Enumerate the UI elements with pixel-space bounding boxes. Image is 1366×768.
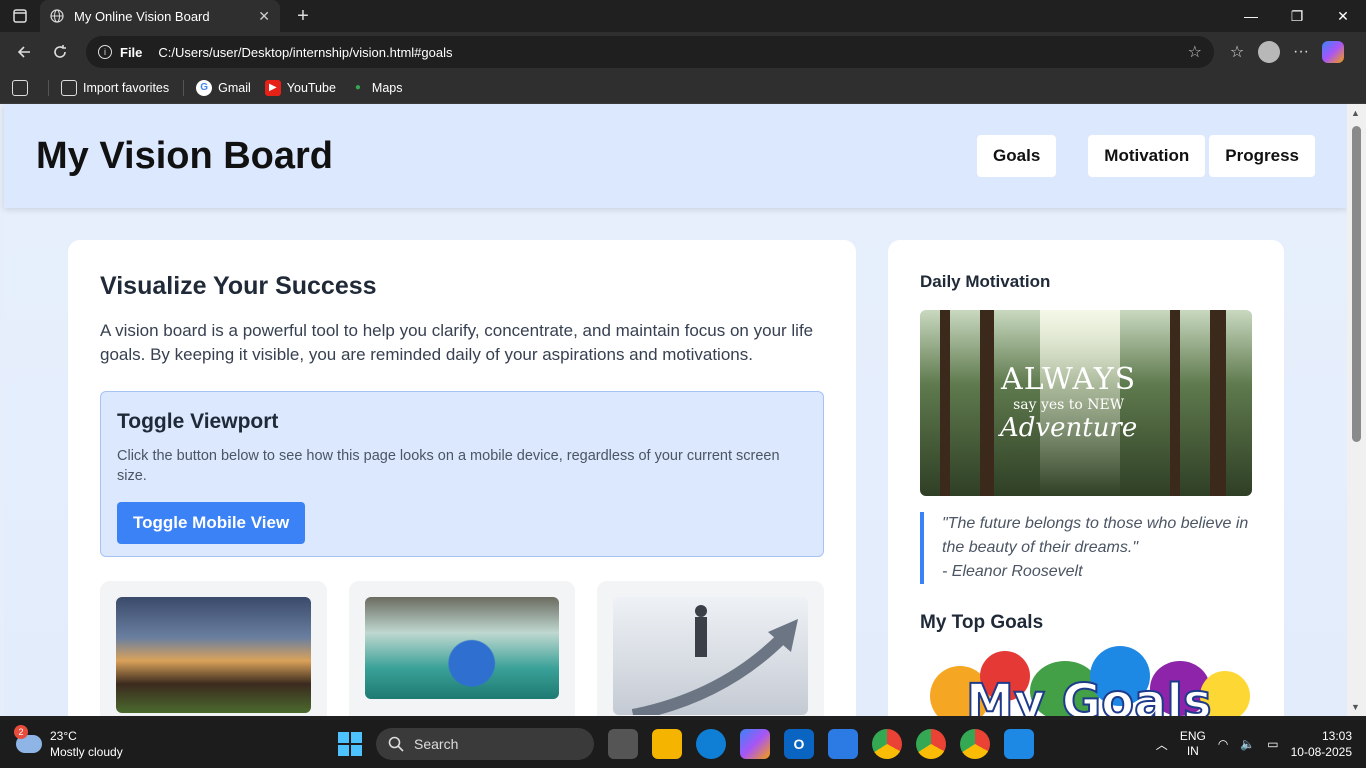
- profile-avatar[interactable]: [1258, 41, 1280, 63]
- volume-icon[interactable]: 🔈: [1240, 737, 1255, 751]
- weather-condition: Mostly cloudy: [50, 745, 123, 759]
- adventure-image: ALWAYS say yes to NEW Adventure: [920, 310, 1252, 496]
- maps-icon: ●: [354, 82, 361, 93]
- main-card: Visualize Your Success A vision board is…: [68, 240, 856, 716]
- nav-goals[interactable]: Goals: [977, 135, 1057, 177]
- intro-text: A vision board is a powerful tool to hel…: [100, 321, 814, 364]
- my-goals-image: My Goals: [920, 646, 1252, 716]
- browser-tab-bar: My Online Vision Board ✕ + — ❐ ✕: [0, 0, 1366, 32]
- search-icon: [388, 736, 404, 752]
- favorite-youtube[interactable]: ▶ YouTube: [264, 79, 336, 96]
- url-text[interactable]: C:/Users/user/Desktop/internship/vision.…: [158, 45, 452, 60]
- chrome-icon[interactable]: [872, 729, 902, 759]
- battery-icon[interactable]: ▭: [1267, 737, 1278, 751]
- browser-tab[interactable]: My Online Vision Board ✕: [40, 0, 280, 32]
- temperature: 23°C: [50, 729, 77, 743]
- vscode-icon[interactable]: [1004, 729, 1034, 759]
- favorite-star-icon[interactable]: ☆: [1188, 42, 1202, 62]
- back-icon[interactable]: [6, 36, 42, 68]
- folder-icon: [61, 79, 77, 96]
- weather-badge: 2: [14, 725, 28, 739]
- toggle-viewport-box: Toggle Viewport Click the button below t…: [100, 391, 824, 557]
- chevron-up-icon[interactable]: ︿: [1156, 736, 1168, 753]
- reading-list-icon[interactable]: [12, 79, 34, 96]
- language-indicator[interactable]: ENG IN: [1180, 729, 1206, 759]
- quote-author: - Eleanor Roosevelt: [942, 563, 1083, 580]
- daily-motivation-heading: Daily Motivation: [920, 272, 1051, 291]
- info-icon[interactable]: i: [98, 45, 112, 59]
- wifi-icon[interactable]: ◠: [1218, 737, 1228, 751]
- nav-motivation[interactable]: Motivation: [1088, 135, 1206, 177]
- favorites-bar: Import favorites G Gmail ▶ YouTube ● Maps: [0, 72, 1366, 104]
- favorite-maps[interactable]: ● Maps: [350, 80, 403, 96]
- favorites-icon[interactable]: ☆: [1222, 37, 1252, 67]
- more-options-icon[interactable]: ···: [1286, 37, 1316, 67]
- minimize-icon[interactable]: —: [1228, 0, 1274, 32]
- rafting-image: [364, 597, 560, 699]
- windows-taskbar: 2 23°C Mostly cloudy Search O ︿ ENG IN ◠…: [0, 720, 1366, 768]
- close-tab-icon[interactable]: ✕: [258, 8, 270, 25]
- close-window-icon[interactable]: ✕: [1320, 0, 1366, 32]
- gallery-card-rafting[interactable]: [348, 581, 576, 716]
- page-scrollbar[interactable]: ▲ ▼: [1347, 104, 1366, 716]
- web-viewport: My Vision Board Goals Motivation Progres…: [0, 104, 1366, 716]
- tab-title: My Online Vision Board: [74, 8, 210, 24]
- gallery-card-growth[interactable]: [597, 581, 825, 716]
- address-bar-row: i File C:/Users/user/Desktop/internship/…: [0, 32, 1366, 72]
- file-label: File: [120, 44, 143, 60]
- youtube-icon: ▶: [264, 79, 281, 96]
- page: My Vision Board Goals Motivation Progres…: [4, 104, 1347, 716]
- motivation-quote: "The future belongs to those who believe…: [920, 512, 1252, 584]
- outlook-icon[interactable]: O: [784, 729, 814, 759]
- nav-progress[interactable]: Progress: [1209, 135, 1315, 177]
- start-icon[interactable]: [338, 732, 362, 756]
- google-icon: G: [196, 79, 213, 96]
- toggle-heading: Toggle Viewport: [117, 410, 279, 433]
- task-view-icon[interactable]: [608, 729, 638, 759]
- favorite-import[interactable]: Import favorites: [61, 79, 169, 96]
- main-heading: Visualize Your Success: [100, 272, 377, 300]
- copilot-icon[interactable]: [1322, 41, 1344, 63]
- chrome-profile-icon[interactable]: [916, 729, 946, 759]
- favorite-gmail[interactable]: G Gmail: [196, 79, 251, 96]
- refresh-icon[interactable]: [42, 36, 78, 68]
- house-image: [116, 597, 311, 713]
- gallery-card-house[interactable]: [100, 581, 327, 716]
- edge-icon[interactable]: [696, 729, 726, 759]
- chrome-canary-icon[interactable]: [960, 729, 990, 759]
- address-bar[interactable]: i File C:/Users/user/Desktop/internship/…: [86, 36, 1214, 68]
- site-header: My Vision Board Goals Motivation Progres…: [4, 104, 1347, 208]
- taskbar-search[interactable]: Search: [376, 728, 594, 760]
- site-title: My Vision Board: [36, 134, 334, 177]
- site-nav: Goals Motivation Progress: [977, 135, 1315, 177]
- restore-icon[interactable]: ❐: [1274, 0, 1320, 32]
- top-goals-heading: My Top Goals: [920, 612, 1044, 633]
- side-card: Daily Motivation ALWAYS say yes to NEW A…: [888, 240, 1284, 716]
- tab-actions-icon[interactable]: [0, 0, 40, 32]
- file-explorer-icon[interactable]: [652, 729, 682, 759]
- goal-gallery: [100, 581, 825, 716]
- store-icon[interactable]: [828, 729, 858, 759]
- toggle-text: Click the button below to see how this p…: [117, 448, 780, 484]
- new-tab-icon[interactable]: +: [288, 1, 318, 31]
- clock[interactable]: 13:03 10-08-2025: [1291, 728, 1352, 760]
- copilot-app-icon[interactable]: [740, 729, 770, 759]
- weather-widget[interactable]: 2 23°C Mostly cloudy: [14, 725, 123, 760]
- growth-arrow-image: [613, 597, 809, 715]
- globe-icon: [50, 9, 64, 23]
- toggle-mobile-button[interactable]: Toggle Mobile View: [117, 502, 306, 544]
- cloud-icon: 2: [14, 725, 42, 753]
